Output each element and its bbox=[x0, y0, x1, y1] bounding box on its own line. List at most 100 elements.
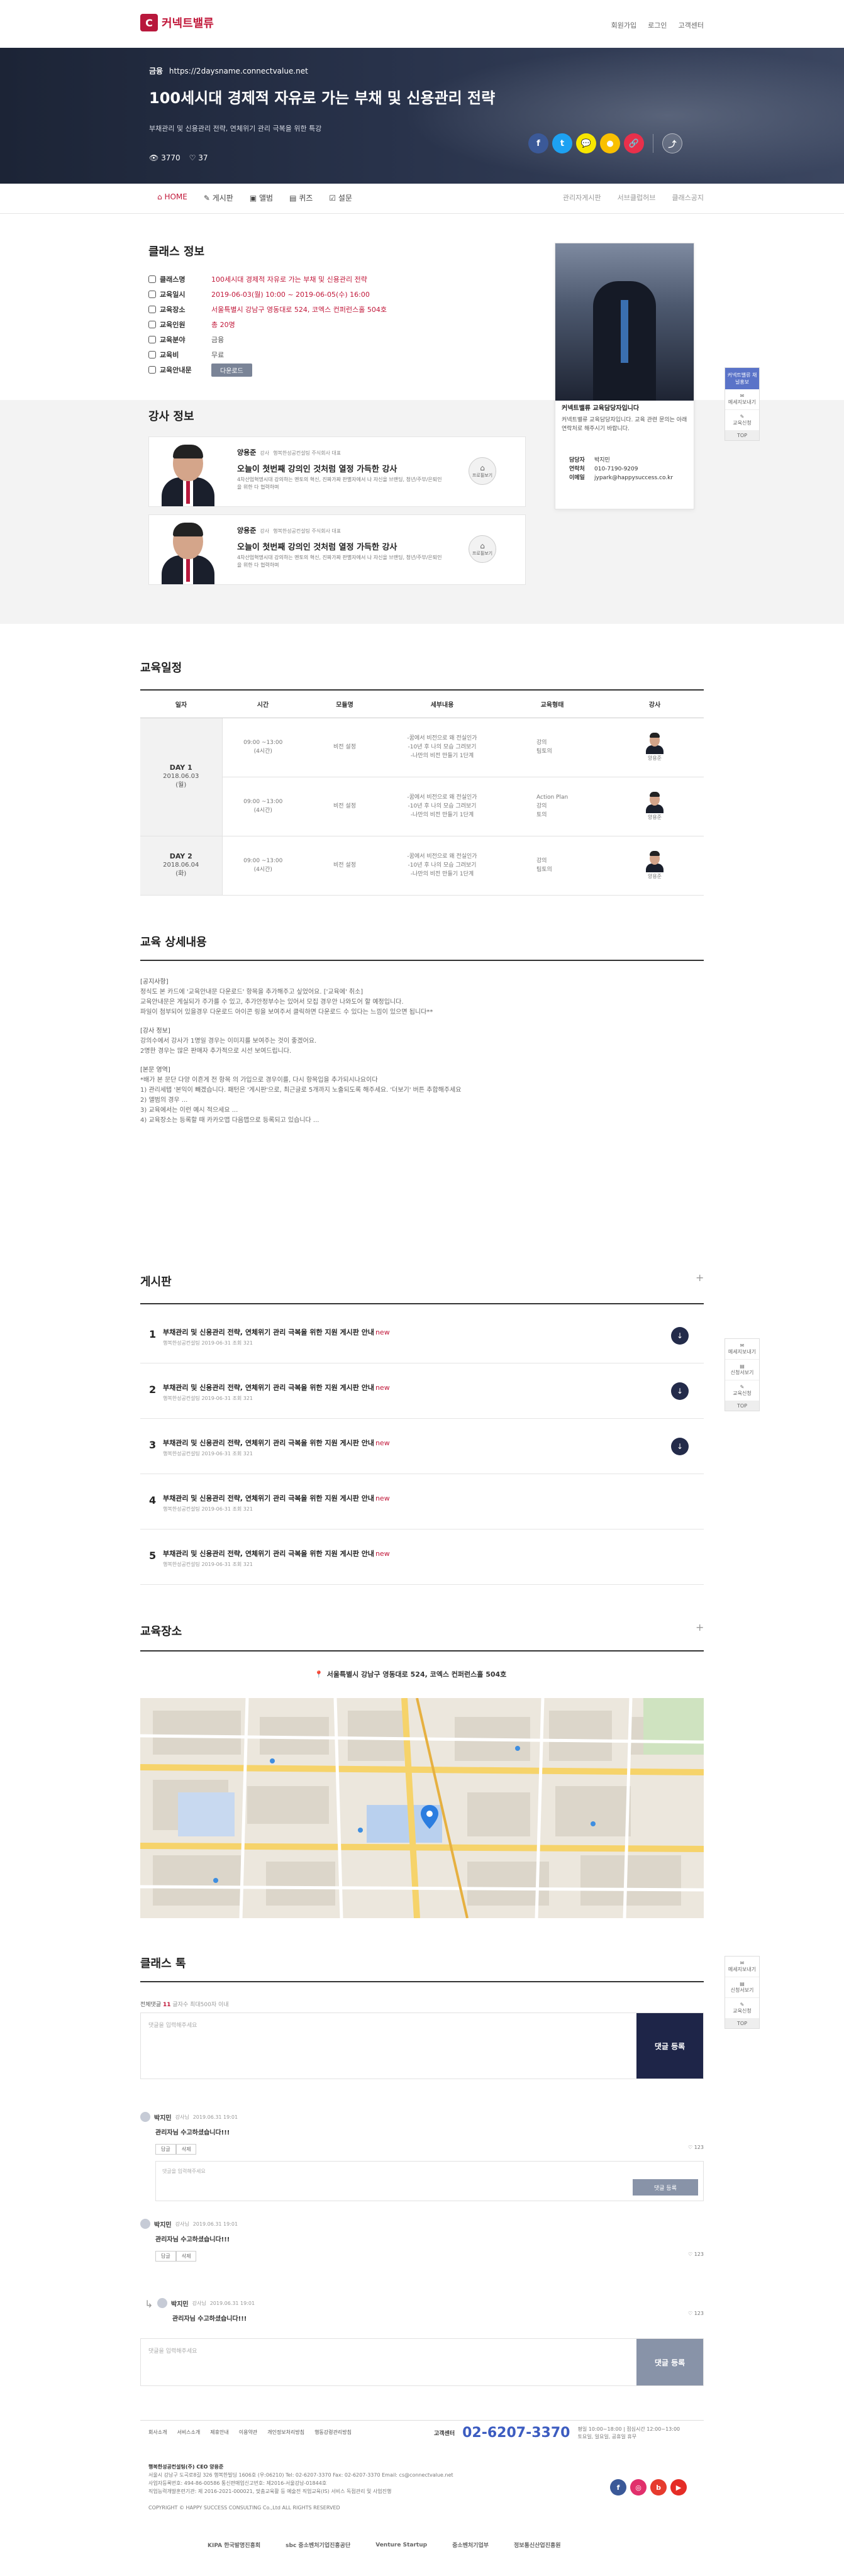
footer-link[interactable]: 회사소개 bbox=[148, 2429, 167, 2436]
board-row-title[interactable]: 부채관리 및 신용관리 전략, 연체위기 관리 극복을 위한 지원 게시판 안내… bbox=[163, 1327, 390, 1337]
instructor-card: 양용준 강사 행복한성공컨설팅 주식회사 대표 오늘이 첫번째 강의인 것처럼 열정 … bbox=[148, 436, 526, 507]
facebook-icon[interactable]: f bbox=[610, 2479, 626, 2496]
class-info-value: 무료 bbox=[211, 351, 225, 359]
class-url[interactable]: https://2daysname.connectvalue.net bbox=[169, 67, 308, 75]
instagram-icon[interactable]: ◎ bbox=[630, 2479, 647, 2496]
board-row[interactable]: 3 부채관리 및 신용관리 전략, 연체위기 관리 극복을 위한 지원 게시판 안… bbox=[140, 1419, 704, 1474]
tab-quiz[interactable]: ▤ 퀴즈 bbox=[289, 192, 313, 203]
like-button[interactable]: ♡ 123 bbox=[688, 2251, 704, 2257]
hero-desc: 부채관리 및 신용관리 전략, 연체위기 관리 극복을 위한 특강 bbox=[149, 125, 322, 133]
like-button[interactable]: ♡ 123 bbox=[688, 2145, 704, 2150]
info-icon bbox=[148, 366, 156, 374]
link-icon[interactable]: 🔗 bbox=[624, 133, 644, 153]
side-message[interactable]: ✉ 메세지보내기 bbox=[725, 1957, 759, 1977]
schedule-module: 비전 설정 bbox=[304, 718, 386, 777]
footer-link[interactable]: 행동강령관리방침 bbox=[314, 2429, 352, 2436]
board-row-title[interactable]: 부채관리 및 신용관리 전략, 연체위기 관리 극복을 위한 지원 게시판 안내… bbox=[163, 1382, 390, 1392]
partner-logos: KIPA 한국발명진흥회 sbc 중소벤처기업진흥공단 Venture Startu… bbox=[208, 2541, 561, 2550]
board-row[interactable]: 5 부채관리 및 신용관리 전략, 연체위기 관리 극복을 위한 지원 게시판 안… bbox=[140, 1530, 704, 1585]
tab-subclub[interactable]: 서브클럽허브 bbox=[618, 192, 656, 203]
download-icon[interactable]: ↓ bbox=[671, 1382, 689, 1400]
side-application[interactable]: ▤ 신청서보기 bbox=[725, 1360, 759, 1380]
location-map[interactable] bbox=[140, 1698, 704, 1918]
side-header[interactable]: 커넥트밸류 채널홍보 bbox=[725, 368, 759, 389]
footer-link[interactable]: 개인정보처리방침 bbox=[267, 2429, 304, 2436]
side-top[interactable]: TOP bbox=[725, 431, 759, 440]
comment-input[interactable]: 댓글을 입력해주세요 bbox=[148, 2021, 197, 2029]
side-message[interactable]: ✉ 메세지보내기 bbox=[725, 1339, 759, 1360]
side-top[interactable]: TOP bbox=[725, 1401, 759, 1411]
reply-button[interactable]: 답글 bbox=[155, 2144, 176, 2155]
schedule-teacher: 양용준 bbox=[606, 777, 704, 836]
side-apply[interactable]: ✎ 교육신청 bbox=[725, 1998, 759, 2019]
logo[interactable]: C 커넥트밸류 bbox=[140, 14, 214, 31]
schedule-header-cell: 세부내용 bbox=[386, 690, 499, 718]
tabs-left: ⌂ HOME ✎ 게시판 ▣ 앨범 ▤ 퀴즈 ☑ 설문 bbox=[157, 192, 352, 203]
profile-button[interactable]: ⌂ 프로필보기 bbox=[469, 457, 496, 485]
class-info-value: 금융 bbox=[211, 336, 225, 344]
board-title: 게시판 bbox=[140, 1275, 172, 1289]
schedule-type: 강의 팀토의 bbox=[499, 836, 606, 896]
schedule-header-cell: 강사 bbox=[606, 690, 704, 718]
youtube-icon[interactable]: ▶ bbox=[670, 2479, 687, 2496]
like-button[interactable]: ♡ 123 bbox=[688, 2311, 704, 2316]
board-row-title[interactable]: 부채관리 및 신용관리 전략, 연체위기 관리 극복을 위한 지원 게시판 안내… bbox=[163, 1493, 390, 1503]
schedule-teacher: 양용준 bbox=[606, 718, 704, 777]
likes-count[interactable]: ♡ 37 bbox=[189, 153, 208, 162]
board-row[interactable]: 4 부채관리 및 신용관리 전략, 연체위기 관리 극복을 위한 지원 게시판 안… bbox=[140, 1474, 704, 1530]
board-row[interactable]: 1 부채관리 및 신용관리 전략, 연체위기 관리 극복을 위한 지원 게시판 안… bbox=[140, 1308, 704, 1363]
download-icon[interactable]: ↓ bbox=[671, 1438, 689, 1455]
tab-album[interactable]: ▣ 앨범 bbox=[250, 192, 273, 203]
top-header bbox=[0, 0, 844, 48]
document-icon: ▤ bbox=[740, 1363, 745, 1369]
side-top[interactable]: TOP bbox=[725, 2019, 759, 2028]
side-apply[interactable]: ✎ 교육신청 bbox=[725, 410, 759, 431]
reply-button[interactable]: 답글 bbox=[155, 2251, 176, 2262]
support-link[interactable]: 고객센터 bbox=[679, 20, 704, 30]
facebook-icon[interactable]: f bbox=[528, 133, 548, 153]
side-application[interactable]: ▤ 신청서보기 bbox=[725, 1977, 759, 1998]
comment-submit-button[interactable]: 댓글 등록 bbox=[636, 2013, 703, 2079]
board-row-title[interactable]: 부채관리 및 신용관리 전략, 연체위기 관리 극복을 위한 지원 게시판 안내… bbox=[163, 1548, 390, 1558]
kakaostory-icon[interactable]: ● bbox=[600, 133, 620, 153]
location-more-icon[interactable]: + bbox=[696, 1621, 704, 1633]
side-message[interactable]: ✉ 메세지보내기 bbox=[725, 389, 759, 410]
eye-icon: 👁 bbox=[149, 153, 162, 162]
footer-link[interactable]: 제휴안내 bbox=[210, 2429, 228, 2436]
twitter-icon[interactable]: t bbox=[552, 133, 572, 153]
divider bbox=[140, 1303, 704, 1304]
side-apply[interactable]: ✎ 교육신청 bbox=[725, 1380, 759, 1401]
tab-survey[interactable]: ☑ 설문 bbox=[329, 192, 352, 203]
download-icon[interactable]: ↓ bbox=[671, 1327, 689, 1345]
album-icon: ▣ bbox=[249, 194, 259, 203]
login-link[interactable]: 로그인 bbox=[648, 20, 667, 30]
delete-button[interactable]: 삭제 bbox=[175, 2144, 197, 2155]
board-more-icon[interactable]: + bbox=[696, 1272, 704, 1284]
comment-submit-button[interactable]: 댓글 등록 bbox=[636, 2339, 703, 2385]
board-row[interactable]: 2 부채관리 및 신용관리 전략, 연체위기 관리 극복을 위한 지원 게시판 안… bbox=[140, 1363, 704, 1419]
talk-icon[interactable]: 💬 bbox=[576, 133, 596, 153]
reply-submit-button[interactable]: 댓글 등록 bbox=[633, 2179, 698, 2196]
location-title: 교육장소 bbox=[140, 1625, 182, 1638]
reply-input[interactable]: 댓글을 입력해주세요 bbox=[162, 2168, 206, 2175]
delete-button[interactable]: 삭제 bbox=[175, 2251, 197, 2262]
card-photo bbox=[555, 243, 694, 401]
home-icon: ⌂ bbox=[157, 192, 165, 201]
guide-download-button[interactable]: 다운로드 bbox=[211, 363, 252, 377]
comment-author: 박지민 강사님 2019.06.31 19:01 bbox=[157, 2298, 704, 2308]
divider bbox=[140, 1650, 704, 1652]
signup-link[interactable]: 회원가입 bbox=[611, 20, 636, 30]
tab-home[interactable]: ⌂ HOME bbox=[157, 192, 187, 203]
class-info-row: 교육장소 서울특별시 강남구 영동대로 524, 코엑스 컨퍼런스홀 504호 bbox=[148, 302, 501, 317]
tab-board[interactable]: ✎ 게시판 bbox=[204, 192, 233, 203]
blog-icon[interactable]: b bbox=[650, 2479, 667, 2496]
board-row-title[interactable]: 부채관리 및 신용관리 전략, 연체위기 관리 극복을 위한 지원 게시판 안내… bbox=[163, 1438, 390, 1448]
profile-button[interactable]: ⌂ 프로필보기 bbox=[469, 535, 496, 563]
footer-link[interactable]: 서비스소개 bbox=[177, 2429, 200, 2436]
comment-input[interactable]: 댓글을 입력해주세요 bbox=[148, 2346, 197, 2355]
tab-admin-board[interactable]: 관리자게시판 bbox=[563, 192, 601, 203]
tab-notice[interactable]: 클래스공지 bbox=[672, 192, 704, 203]
share-icon[interactable]: ⤴ bbox=[662, 133, 682, 153]
class-info-label: 교육일시 bbox=[148, 289, 211, 299]
footer-link[interactable]: 이용약관 bbox=[239, 2429, 257, 2436]
